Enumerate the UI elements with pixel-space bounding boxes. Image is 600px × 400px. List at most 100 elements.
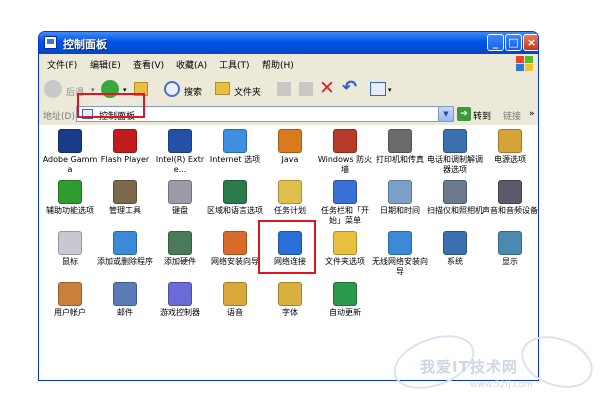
- scanner-icon: [443, 180, 467, 204]
- phone-modem-icon: [443, 129, 467, 153]
- menu-view[interactable]: 查看(V): [133, 58, 164, 71]
- item-label: 自动更新: [329, 308, 361, 317]
- flash-icon: [113, 129, 137, 153]
- control-panel-item[interactable]: 日期和时间: [371, 180, 429, 216]
- watermark-text: 我爱IT技术网: [420, 358, 518, 376]
- item-label: 键盘: [172, 206, 188, 215]
- item-label: Adobe Gamma: [42, 155, 98, 174]
- control-panel-item[interactable]: 显示: [481, 231, 538, 267]
- add-hardware-icon: [168, 231, 192, 255]
- internet-globe-icon: [223, 129, 247, 153]
- item-label: 添加硬件: [164, 257, 196, 266]
- item-label: 用户帐户: [54, 308, 86, 317]
- network-wizard-icon: [223, 231, 247, 255]
- delete-icon[interactable]: ✕: [319, 77, 335, 99]
- control-panel-item[interactable]: 电源选项: [481, 129, 538, 165]
- views-dropdown-icon[interactable]: ▾: [388, 86, 392, 94]
- folders-button-label[interactable]: 文件夹: [234, 85, 261, 98]
- control-panel-item[interactable]: 打印机和传真: [371, 129, 429, 165]
- control-panel-item[interactable]: 辅助功能选项: [41, 180, 99, 216]
- control-panel-item[interactable]: 用户帐户: [41, 282, 99, 318]
- search-icon[interactable]: [164, 81, 180, 97]
- control-panel-item[interactable]: Java: [261, 129, 319, 165]
- search-button-label[interactable]: 搜索: [184, 85, 202, 98]
- keyboard-icon: [168, 180, 192, 204]
- control-panel-item[interactable]: 任务栏和「开始」菜单: [316, 180, 374, 226]
- control-panel-item[interactable]: 添加或删除程序: [96, 231, 154, 267]
- network-connections-highlight-box: [258, 220, 316, 274]
- copy-to-icon[interactable]: [299, 82, 313, 96]
- item-label: 无线网络安装向导: [372, 257, 428, 276]
- control-panel-item[interactable]: Flash Player: [96, 129, 154, 165]
- control-panel-item[interactable]: 添加硬件: [151, 231, 209, 267]
- minimize-button[interactable]: _: [487, 34, 504, 51]
- control-panel-item[interactable]: 鼠标: [41, 231, 99, 267]
- item-label: 文件夹选项: [325, 257, 365, 266]
- watermark-url: www.52ij.com: [470, 380, 533, 390]
- menu-favorites[interactable]: 收藏(A): [176, 58, 207, 71]
- fonts-folder-icon: [278, 282, 302, 306]
- control-panel-item[interactable]: 文件夹选项: [316, 231, 374, 267]
- links-label[interactable]: 链接: [503, 109, 521, 122]
- item-label: 添加或删除程序: [97, 257, 153, 266]
- item-label: 声音和音频设备: [482, 206, 538, 215]
- menu-file[interactable]: 文件(F): [47, 58, 77, 71]
- control-panel-item[interactable]: 语音: [206, 282, 264, 318]
- firewall-icon: [333, 129, 357, 153]
- taskbar-icon: [333, 180, 357, 204]
- maximize-button[interactable]: □: [505, 34, 522, 51]
- links-chevron-icon[interactable]: »: [529, 109, 535, 119]
- go-button-label[interactable]: 转到: [473, 109, 491, 122]
- voice-icon: [223, 282, 247, 306]
- item-label: 系统: [447, 257, 463, 266]
- views-icon[interactable]: [370, 82, 386, 96]
- control-panel-item[interactable]: 声音和音频设备: [481, 180, 538, 216]
- accessibility-icon: [58, 180, 82, 204]
- item-label: 电源选项: [494, 155, 526, 164]
- control-panel-item[interactable]: 电话和调制解调器选项: [426, 129, 484, 175]
- control-panel-item[interactable]: Internet 选项: [206, 129, 264, 165]
- admin-tools-icon: [113, 180, 137, 204]
- control-panel-icon: [44, 36, 57, 49]
- item-label: 扫描仪和照相机: [427, 206, 483, 215]
- item-label: 任务栏和「开始」菜单: [321, 206, 369, 225]
- control-panel-item[interactable]: 键盘: [151, 180, 209, 216]
- system-icon: [443, 231, 467, 255]
- undo-icon[interactable]: ↶: [342, 77, 357, 98]
- control-panel-item[interactable]: 系统: [426, 231, 484, 267]
- item-label: 电话和调制解调器选项: [427, 155, 483, 174]
- control-panel-item[interactable]: 无线网络安装向导: [371, 231, 429, 277]
- control-panel-item[interactable]: 任务计划: [261, 180, 319, 216]
- control-panel-item[interactable]: 字体: [261, 282, 319, 318]
- folders-icon[interactable]: [215, 82, 230, 95]
- globe-clock-icon: [223, 180, 247, 204]
- control-panel-item[interactable]: Windows 防火墙: [316, 129, 374, 175]
- mail-icon: [113, 282, 137, 306]
- window-title: 控制面板: [63, 38, 107, 51]
- control-panel-item[interactable]: 邮件: [96, 282, 154, 318]
- address-dropdown-icon[interactable]: ▼: [438, 107, 453, 121]
- control-panel-item[interactable]: 管理工具: [96, 180, 154, 216]
- close-button[interactable]: ×: [523, 34, 538, 51]
- menu-edit[interactable]: 编辑(E): [90, 58, 121, 71]
- add-remove-programs-icon: [113, 231, 137, 255]
- control-panel-item[interactable]: Adobe Gamma: [41, 129, 99, 175]
- control-panel-item[interactable]: 区域和语言选项: [206, 180, 264, 216]
- move-to-icon[interactable]: [277, 82, 291, 96]
- item-label: 字体: [282, 308, 298, 317]
- control-panel-item[interactable]: 游戏控制器: [151, 282, 209, 318]
- back-arrow-icon[interactable]: [44, 80, 62, 98]
- title-bar[interactable]: 控制面板 _ □ ×: [39, 32, 538, 54]
- control-panel-item[interactable]: 扫描仪和照相机: [426, 180, 484, 216]
- control-panel-window: 控制面板 _ □ × 文件(F) 编辑(E) 查看(V) 收藏(A) 工具(T)…: [38, 31, 539, 381]
- go-arrow-icon[interactable]: ➔: [457, 107, 471, 121]
- java-icon: [278, 129, 302, 153]
- menu-help[interactable]: 帮助(H): [262, 58, 294, 71]
- control-panel-item[interactable]: 网络安装向导: [206, 231, 264, 267]
- task-folder-icon: [278, 180, 302, 204]
- item-label: Java: [281, 155, 299, 164]
- control-panel-item[interactable]: Intel(R) Extre...: [151, 129, 209, 175]
- item-label: 游戏控制器: [160, 308, 200, 317]
- control-panel-item[interactable]: 自动更新: [316, 282, 374, 318]
- menu-tools[interactable]: 工具(T): [219, 58, 250, 71]
